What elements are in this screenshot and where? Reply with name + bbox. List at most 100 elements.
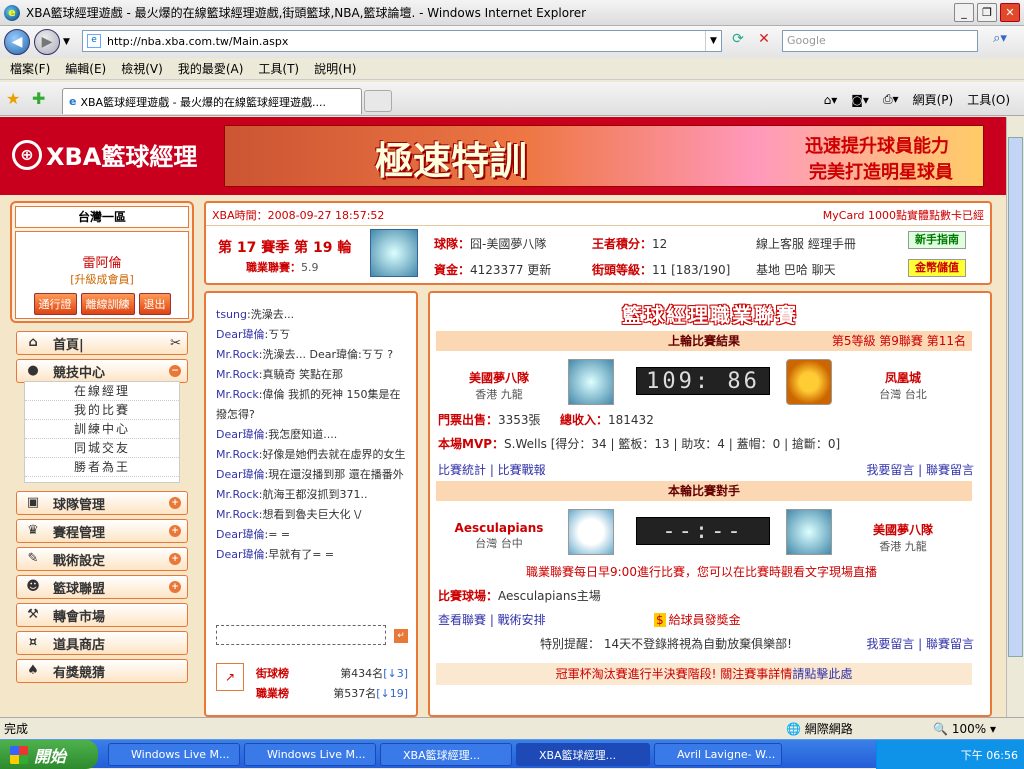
chat-messages: tsung:洗澡去... Dear瑋倫:ㄎㄎ Mr.Rock:洗澡去... Dear… [206,293,416,565]
tab-xba[interactable]: e XBA籃球經理遊戲 - 最火爆的在線籃球經理遊戲.... [62,88,362,114]
chat-author[interactable]: Mr.Rock [216,508,259,521]
menu-help[interactable]: 說明(H) [314,60,356,77]
passport-button[interactable]: 通行證 [33,293,77,315]
chat-author[interactable]: Dear瑋倫 [216,468,265,481]
upgrade-link[interactable]: [升級成會員] [16,271,188,287]
chat-author[interactable]: Dear瑋倫 [216,328,265,341]
nav-transfer[interactable]: ⚒ 轉會市場 [16,603,188,627]
chevron-down-icon[interactable]: ▼ [705,31,721,51]
favorites-star-icon[interactable]: ★ [6,89,20,108]
history-dropdown-icon[interactable]: ▼ [63,37,70,47]
add-favorite-icon[interactable]: ✚ [32,89,45,108]
nav-arena[interactable]: ● 競技中心 − [16,359,188,383]
next-score: --:-- [636,517,770,545]
menu-file[interactable]: 檔案(F) [10,60,50,77]
close-button[interactable]: ✕ [1000,3,1020,22]
page-menu[interactable]: 網頁(P) [913,91,954,108]
funds-info: 資金：4123377 更新 [434,263,552,277]
chat-text: :想看到魯夫巨大化 \/ [258,508,362,521]
logout-button[interactable]: 退出 [138,293,171,315]
mycard-ticker[interactable]: MyCard 1000點實體點數卡已經 [823,207,984,223]
vertical-scrollbar[interactable] [1006,117,1024,717]
next-opponent-header: 本輪比賽對手 [436,481,972,501]
feeds-icon[interactable]: ◙▾ [851,93,869,107]
menu-favorites[interactable]: 我的最愛(A) [178,60,244,77]
sub-winner[interactable]: 勝者為王 [25,458,179,477]
newbie-guide-button[interactable]: 新手指南 [908,231,966,249]
pro-rank-value: 第537名[↓19] [333,687,408,700]
maximize-button[interactable]: ❐ [977,3,997,22]
start-button[interactable]: 開始 [0,740,98,769]
taskbar-item[interactable]: Windows Live M... [108,743,240,766]
nav-schedule[interactable]: ♛ 賽程管理 + [16,519,188,543]
tools-menu[interactable]: 工具(O) [967,91,1010,108]
site-logo[interactable]: ⊕ XBA籃球經理 [12,137,197,172]
chat-author[interactable]: Dear瑋倫 [216,428,265,441]
chat-author[interactable]: Dear瑋倫 [216,528,265,541]
nav-tactics[interactable]: ✎ 戰術設定 + [16,547,188,571]
chat-author[interactable]: Dear瑋倫 [216,548,265,561]
gold-deposit-button[interactable]: 金幣儲值 [908,259,966,277]
sub-training-center[interactable]: 訓練中心 [25,420,179,439]
chat-message: Dear瑋倫:現在還沒播到那 還在播番外 [216,465,408,485]
nav-home[interactable]: ⌂ 首頁| ✂ [16,331,188,355]
chat-author[interactable]: Mr.Rock [216,388,259,401]
venue: 比賽球場：Aesculapians主場 [438,589,601,603]
bonus-link[interactable]: $ 給球員發獎金 [654,611,741,628]
chat-message: Mr.Rock:想看到魯夫巨大化 \/ [216,505,408,525]
spade-icon: ♠ [27,663,39,678]
search-icon[interactable]: ⌕▾ [982,31,1018,51]
chat-author[interactable]: tsung [216,308,247,321]
taskbar-item[interactable]: Windows Live M... [244,743,376,766]
sub-my-games[interactable]: 我的比賽 [25,401,179,420]
match-stats-links[interactable]: 比賽統計 | 比賽戰報 [438,461,546,478]
cup-link[interactable]: 請點擊此處 [792,667,852,681]
ball-icon: ● [27,363,39,378]
clock[interactable]: 下午 06:56 [961,747,1018,763]
taskbar-item[interactable]: XBA籃球經理... [380,743,512,766]
online-service-links[interactable]: 線上客服 經理手冊 [756,235,856,252]
nav-lottery[interactable]: ♠ 有獎競猜 [16,659,188,683]
view-league-links[interactable]: 查看聯賽 | 戰術安排 [438,611,546,628]
chat-author[interactable]: Mr.Rock [216,348,259,361]
chat-author[interactable]: Mr.Rock [216,448,259,461]
minimize-button[interactable]: _ [954,3,974,22]
home-icon[interactable]: ⌂▾ [824,93,838,107]
chat-author[interactable]: Mr.Rock [216,488,259,501]
leave-message-links[interactable]: 我要留言 | 聯賽留言 [866,461,974,478]
address-input[interactable]: e http://nba.xba.com.tw/Main.aspx ▼ [82,30,722,52]
search-input[interactable]: Google [782,30,978,52]
promo-banner[interactable]: 極速特訓 迅速提升球員能力 完美打造明星球員 [224,125,984,187]
send-icon[interactable]: ↵ [394,629,408,643]
sub-city-friends[interactable]: 同城交友 [25,439,179,458]
back-button[interactable]: ◀ [4,29,30,55]
coins-icon: ¤ [28,635,38,650]
menu-edit[interactable]: 編輯(E) [65,60,106,77]
zoom-level[interactable]: 🔍 100% ▾ [933,722,996,736]
menu-tools[interactable]: 工具(T) [258,60,299,77]
print-icon[interactable]: ⎙▾ [883,92,899,107]
last-result-header: 上輪比賽結果 第5等級 第9聯賽 第11名 [436,331,972,351]
nav-alliance[interactable]: ☻ 籃球聯盟 + [16,575,188,599]
stop-icon[interactable]: ✕ [754,31,774,51]
scrollbar-thumb[interactable] [1008,137,1023,657]
home-team: 美國夢八隊 香港 九龍 [468,371,529,401]
new-tab-button[interactable] [364,90,392,112]
page-icon: e [87,34,101,48]
user-name: 雷阿倫 [82,256,122,271]
nav-team[interactable]: ▣ 球隊管理 + [16,491,188,515]
refresh-icon[interactable]: ⟳ [728,31,748,51]
offline-training-button[interactable]: 離線訓練 [80,293,135,315]
nav-shop[interactable]: ¤ 道具商店 [16,631,188,655]
chat-input[interactable] [216,625,386,645]
leave-message-links-2[interactable]: 我要留言 | 聯賽留言 [866,635,974,652]
forward-button[interactable]: ▶ [34,29,60,55]
taskbar-item-active[interactable]: XBA籃球經理... [516,743,650,766]
base-links[interactable]: 基地 巴哈 聊天 [756,261,836,278]
sub-online-manager[interactable]: 在線經理 [25,382,179,401]
chat-author[interactable]: Mr.Rock [216,368,259,381]
street-rank-label: 街球榜 [256,667,289,680]
menu-view[interactable]: 檢視(V) [121,60,163,77]
taskbar-item[interactable]: Avril Lavigne- W... [654,743,782,766]
menu-bar: 檔案(F) 編輯(E) 檢視(V) 我的最愛(A) 工具(T) 說明(H) [0,58,1024,80]
